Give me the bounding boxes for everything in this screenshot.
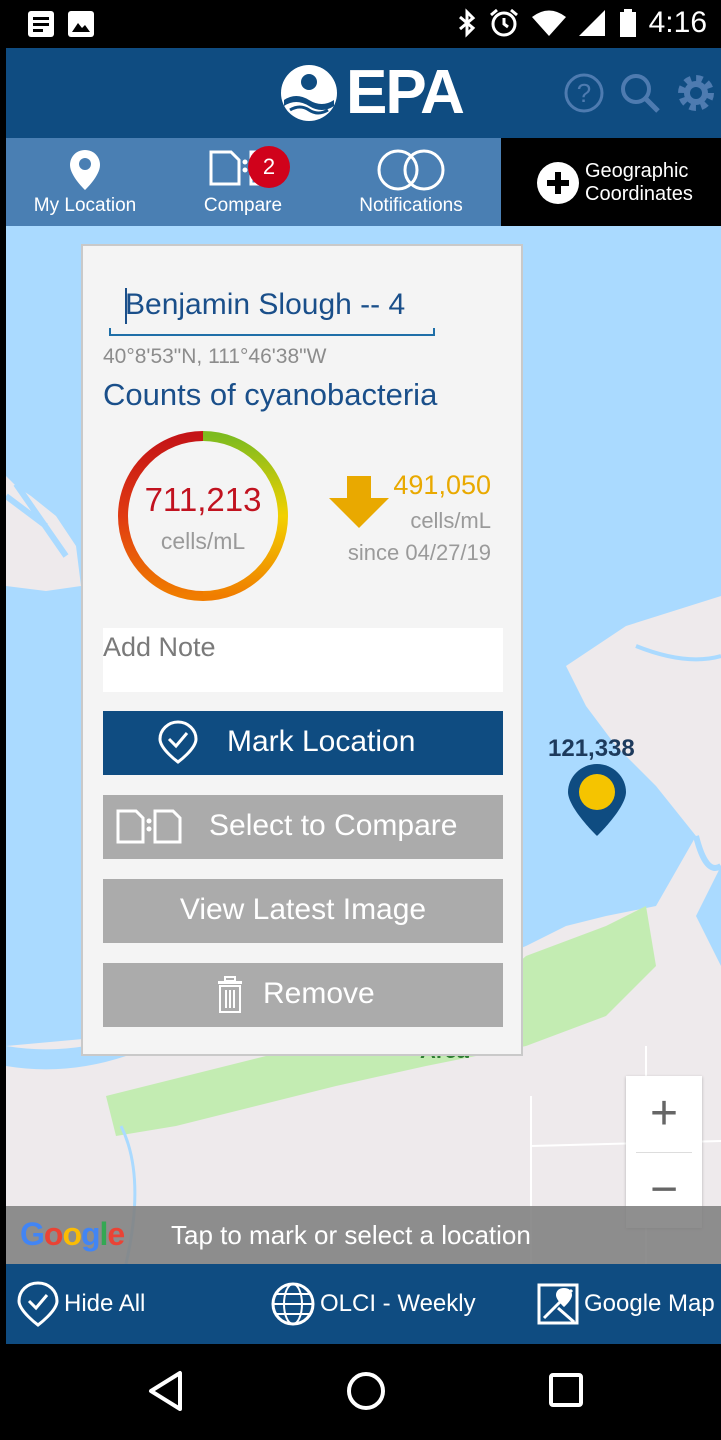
select-to-compare-label: Select to Compare — [209, 809, 458, 842]
select-to-compare-button[interactable]: Select to Compare — [103, 795, 503, 859]
epa-logo-text: EPA — [346, 58, 465, 127]
map-type-label: Google Map — [584, 1290, 715, 1317]
metric-title: Counts of cyanobacteria — [103, 377, 438, 412]
svg-text:?: ? — [577, 78, 591, 108]
layer-button[interactable]: OLCI - Weekly — [270, 1278, 476, 1330]
news-icon — [28, 11, 54, 37]
remove-button[interactable]: Remove — [103, 963, 503, 1027]
marker-value-label: 121,338 — [548, 735, 635, 762]
compare-icon — [116, 809, 182, 844]
hide-all-button[interactable]: Hide All — [16, 1278, 145, 1330]
map-hint-bar: Google Tap to mark or select a location — [6, 1206, 721, 1264]
view-latest-image-label: View Latest Image — [179, 893, 427, 926]
clock: 4:16 — [648, 6, 707, 39]
map-marker-icon[interactable] — [566, 762, 628, 838]
notifications-icon — [377, 149, 445, 191]
tab-notifications[interactable]: Notifications — [336, 138, 486, 226]
wifi-icon — [531, 10, 566, 36]
tab-geo-line2: Coordinates — [585, 183, 693, 205]
epa-emblem-icon — [281, 65, 337, 121]
layer-label: OLCI - Weekly — [320, 1290, 476, 1317]
change-since-date: since 04/27/19 — [347, 540, 491, 565]
location-name-field[interactable]: Benjamin Slough -- 4 — [109, 276, 435, 336]
tab-my-location-label: My Location — [33, 195, 137, 216]
tab-compare-label: Compare — [203, 195, 283, 216]
epa-logo: EPA — [278, 58, 465, 127]
app-header: EPA ? — [6, 48, 721, 138]
home-icon[interactable] — [345, 1370, 387, 1412]
tab-geo-line1: Geographic — [585, 160, 689, 182]
status-bar: 4:16 — [0, 0, 721, 48]
google-attribution: Google — [20, 1216, 125, 1252]
search-icon[interactable] — [619, 72, 661, 114]
tab-compare[interactable]: Compare — [164, 138, 322, 226]
globe-icon — [271, 1282, 315, 1326]
location-detail-panel: Benjamin Slough -- 4 40°8'53"N, 111°46'3… — [81, 244, 523, 1056]
tab-geographic-coordinates[interactable]: Geographic Coordinates — [501, 138, 721, 226]
mark-location-button[interactable]: Mark Location — [103, 711, 503, 775]
help-icon[interactable]: ? — [563, 72, 605, 114]
trash-icon — [218, 976, 242, 1013]
check-pin-icon — [158, 720, 198, 764]
battery-icon — [619, 9, 636, 37]
alarm-icon — [489, 8, 518, 37]
bluetooth-icon — [458, 8, 475, 38]
map-type-button[interactable]: Google Map — [536, 1278, 715, 1330]
map-hint-text: Tap to mark or select a location — [171, 1220, 531, 1250]
add-note-placeholder: Add Note — [103, 632, 216, 662]
check-pin-icon — [17, 1281, 59, 1327]
change-value: 491,050 — [393, 470, 491, 500]
mark-location-label: Mark Location — [227, 725, 416, 758]
location-coordinates: 40°8'53"N, 111°46'38"W — [103, 345, 327, 368]
bottom-toolbar: Hide All OLCI - Weekly Google Map — [6, 1264, 721, 1344]
tab-bar: My Location Compare Notifications Geogra… — [6, 138, 721, 226]
location-pin-icon — [70, 150, 100, 190]
system-nav-bar — [0, 1344, 721, 1440]
zoom-in-button[interactable]: + — [626, 1076, 702, 1152]
recents-icon[interactable] — [548, 1370, 584, 1412]
view-latest-image-button[interactable]: View Latest Image — [103, 879, 503, 943]
tab-my-location[interactable]: My Location — [6, 138, 164, 226]
change-unit: cells/mL — [410, 508, 491, 533]
current-count-value: 711,213 — [144, 481, 262, 518]
hide-all-label: Hide All — [64, 1290, 146, 1317]
compare-count-badge: 2 — [248, 146, 290, 188]
arrow-down-icon — [329, 476, 389, 528]
remove-label: Remove — [263, 977, 375, 1010]
tab-notifications-label: Notifications — [359, 195, 463, 216]
back-icon[interactable] — [146, 1370, 186, 1412]
location-name-input[interactable]: Benjamin Slough -- 4 — [125, 288, 405, 322]
add-note-field[interactable]: Add Note — [103, 628, 503, 692]
signal-icon — [578, 10, 605, 36]
map-icon — [537, 1283, 579, 1325]
plus-circle-icon — [537, 162, 579, 204]
image-icon — [68, 11, 94, 37]
gear-icon[interactable] — [675, 72, 717, 114]
current-count-unit: cells/mL — [160, 528, 246, 554]
